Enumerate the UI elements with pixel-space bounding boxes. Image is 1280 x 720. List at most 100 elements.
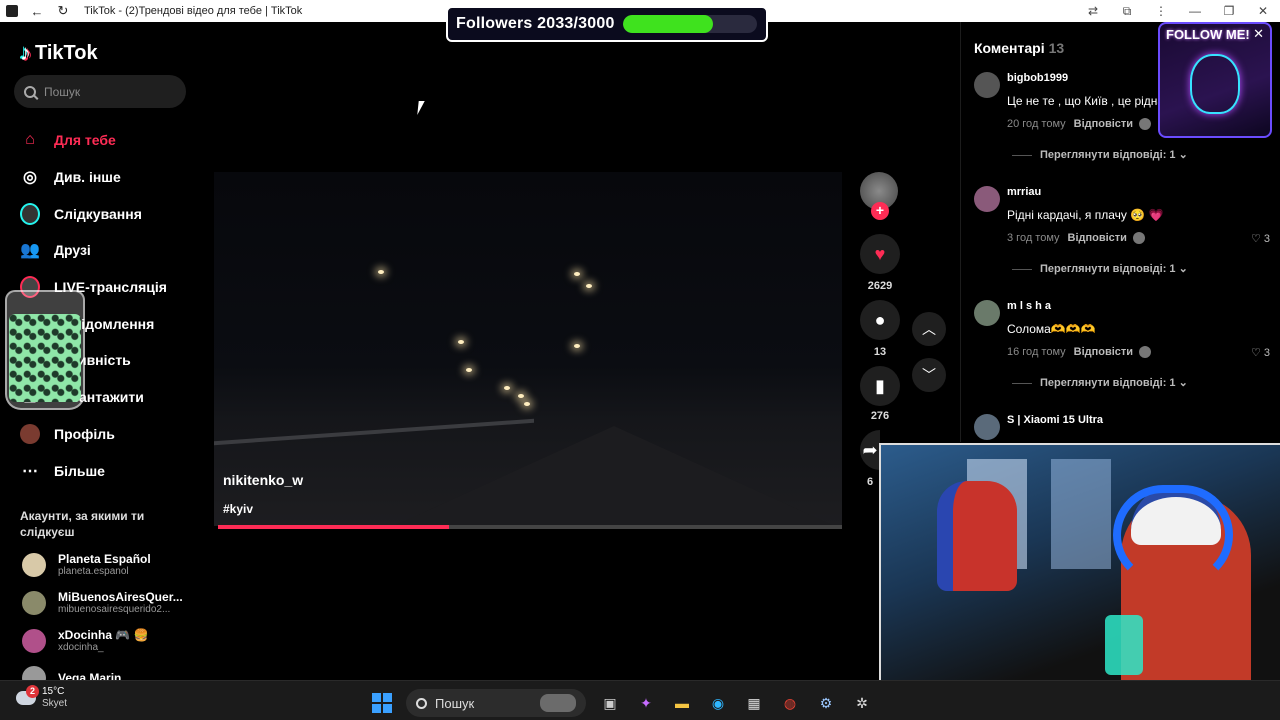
weather-temp: 15°C <box>42 686 65 697</box>
avatar[interactable] <box>974 186 1000 212</box>
reply-button[interactable]: Відповісти <box>1074 346 1133 358</box>
comment-icon: ● <box>874 309 886 330</box>
more-dots-icon: ⋯ <box>22 462 38 480</box>
comment-user[interactable]: bigbob1999 <box>1007 72 1068 84</box>
creator-mini-avatar-icon <box>1139 118 1152 131</box>
steam-icon[interactable]: ⚙ <box>814 691 838 715</box>
webcam-feed <box>879 443 1280 680</box>
view-replies-button[interactable]: Переглянути відповіді: 1 ⌄ <box>1012 262 1188 275</box>
sidebar-item-label: Для тебе <box>54 132 116 149</box>
creator-mini-avatar-icon <box>1139 346 1152 359</box>
comment-meta: 16 год тому Відповісти <box>1007 346 1152 359</box>
weather-widget[interactable]: 2 15°C Skyet <box>16 685 68 710</box>
comment-like-button[interactable]: ♡ 3 <box>1251 346 1270 359</box>
search-input[interactable]: Пошук <box>14 75 186 108</box>
weather-place: Skyet <box>42 698 68 709</box>
comment-time: 20 год тому <box>1007 118 1066 130</box>
sidebar-item-label: Друзі <box>54 242 91 259</box>
followers-progress-fill <box>622 15 714 33</box>
video-author[interactable]: nikitenko_w <box>223 472 303 488</box>
follow-plus-icon[interactable]: + <box>871 202 889 220</box>
edge-icon[interactable]: ◉ <box>706 691 730 715</box>
account-name: MiBuenosAiresQuer... <box>58 590 183 604</box>
heart-icon: ♥ <box>874 243 886 264</box>
followed-account[interactable]: MiBuenosAiresQuer... mibuenosairesquerid… <box>22 590 183 615</box>
followed-account[interactable]: xDocinha 🎮 🍔 xdocinha_ <box>22 628 149 653</box>
weather-cloud-icon: 2 <box>16 685 39 705</box>
windows-start-icon[interactable] <box>370 691 394 715</box>
comments-title-label: Коментарі <box>974 40 1045 56</box>
taskbar-search[interactable]: Пошук <box>406 689 586 717</box>
translate-icon[interactable]: ⇄ <box>1076 4 1110 18</box>
view-replies-button[interactable]: Переглянути відповіді: 1 ⌄ <box>1012 376 1188 389</box>
task-view-icon[interactable]: ▣ <box>598 691 622 715</box>
sidebar-item-label: Див. інше <box>54 169 121 186</box>
compass-icon: ◎ <box>23 169 37 187</box>
search-icon <box>416 697 427 709</box>
sidebar-item-following[interactable]: Слідкування <box>20 195 167 232</box>
comment-button[interactable]: ● <box>860 300 900 340</box>
avatar[interactable] <box>974 414 1000 440</box>
followed-account[interactable]: Planeta Español planeta.espanol <box>22 552 151 577</box>
home-icon: ⌂ <box>25 131 35 149</box>
video-player[interactable]: nikitenko_w #kyiv <box>214 172 842 526</box>
sidebar-item-explore[interactable]: ◎ Див. інше <box>20 159 167 196</box>
menu-dots-icon[interactable]: ⋮ <box>1144 4 1178 18</box>
following-accounts-title: Акаунти, за якими ти слідкуєш <box>20 509 145 539</box>
extensions-icon[interactable]: ⧉ <box>1110 4 1144 19</box>
file-explorer-icon[interactable]: ▬ <box>670 691 694 715</box>
previous-video-button[interactable]: ︿ <box>912 312 946 346</box>
save-button[interactable]: ▮ <box>860 366 900 406</box>
reply-button[interactable]: Відповісти <box>1074 118 1133 130</box>
save-count: 276 <box>870 410 890 422</box>
webcam-mug <box>1105 615 1143 675</box>
account-handle: mibuenosairesquerido2... <box>58 604 171 615</box>
minimize-icon[interactable]: — <box>1178 4 1212 18</box>
candy-jar-overlay <box>5 290 85 410</box>
close-comments-icon[interactable]: ✕ <box>1253 26 1264 42</box>
sidebar-item-profile[interactable]: Профіль <box>20 416 167 453</box>
street-lamp <box>524 402 530 406</box>
sidebar-item-friends[interactable]: 👥 Друзі <box>20 232 167 269</box>
sidebar-item-label: Слідкування <box>54 205 142 222</box>
search-highlight-icon <box>540 694 576 712</box>
comment-user[interactable]: S | Xiaomi 15 Ultra <box>1007 414 1103 426</box>
settings-icon[interactable]: ✲ <box>850 691 874 715</box>
comment-like-button[interactable]: ♡ 3 <box>1251 232 1270 245</box>
following-avatar-icon <box>20 202 40 225</box>
store-icon[interactable]: ▦ <box>742 691 766 715</box>
street-lamp <box>574 344 580 348</box>
avatar[interactable] <box>974 300 1000 326</box>
close-icon[interactable]: ✕ <box>1246 4 1280 18</box>
chrome-icon[interactable]: ◍ <box>778 691 802 715</box>
back-icon[interactable]: ← <box>30 4 44 19</box>
reply-button[interactable]: Відповісти <box>1068 232 1127 244</box>
weather-badge: 2 <box>26 685 39 698</box>
avatar <box>22 552 46 577</box>
reload-icon[interactable]: ↻ <box>56 3 70 19</box>
sidebar-item-for-you[interactable]: ⌂ Для тебе <box>20 122 167 159</box>
account-name: Planeta Español <box>58 552 151 566</box>
share-icon: ➦ <box>862 439 878 460</box>
creator-avatar[interactable]: + <box>860 172 898 220</box>
windows-taskbar: 2 15°C Skyet Пошук ▣ ✦ ▬ ◉ ▦ ◍ ⚙ ✲ <box>0 680 1280 720</box>
video-progress-bar[interactable] <box>218 525 842 529</box>
tiktok-logo[interactable]: ♪ TikTok <box>20 40 98 66</box>
comment-user[interactable]: mrriau <box>1007 186 1041 198</box>
share-button[interactable]: ➦ <box>860 430 880 470</box>
video-hashtag[interactable]: #kyiv <box>223 502 253 516</box>
like-button[interactable]: ♥ <box>860 234 900 274</box>
restore-icon[interactable]: ❐ <box>1212 4 1246 18</box>
sidebar-item-more[interactable]: ⋯ Більше <box>20 452 167 489</box>
comment-meta: 20 год тому Відповісти <box>1007 118 1152 131</box>
copilot-icon[interactable]: ✦ <box>634 691 658 715</box>
comment-user[interactable]: m l s h a <box>1007 300 1051 312</box>
avatar[interactable] <box>974 72 1000 98</box>
view-replies-button[interactable]: Переглянути відповіді: 1 ⌄ <box>1012 148 1188 161</box>
account-name: xDocinha 🎮 🍔 <box>58 628 149 642</box>
next-video-button[interactable]: ﹀ <box>912 358 946 392</box>
account-handle: planeta.espanol <box>58 566 129 577</box>
comment-time: 16 год тому <box>1007 346 1066 358</box>
neon-character-illustration <box>1190 54 1240 114</box>
street-lamp <box>574 272 580 276</box>
